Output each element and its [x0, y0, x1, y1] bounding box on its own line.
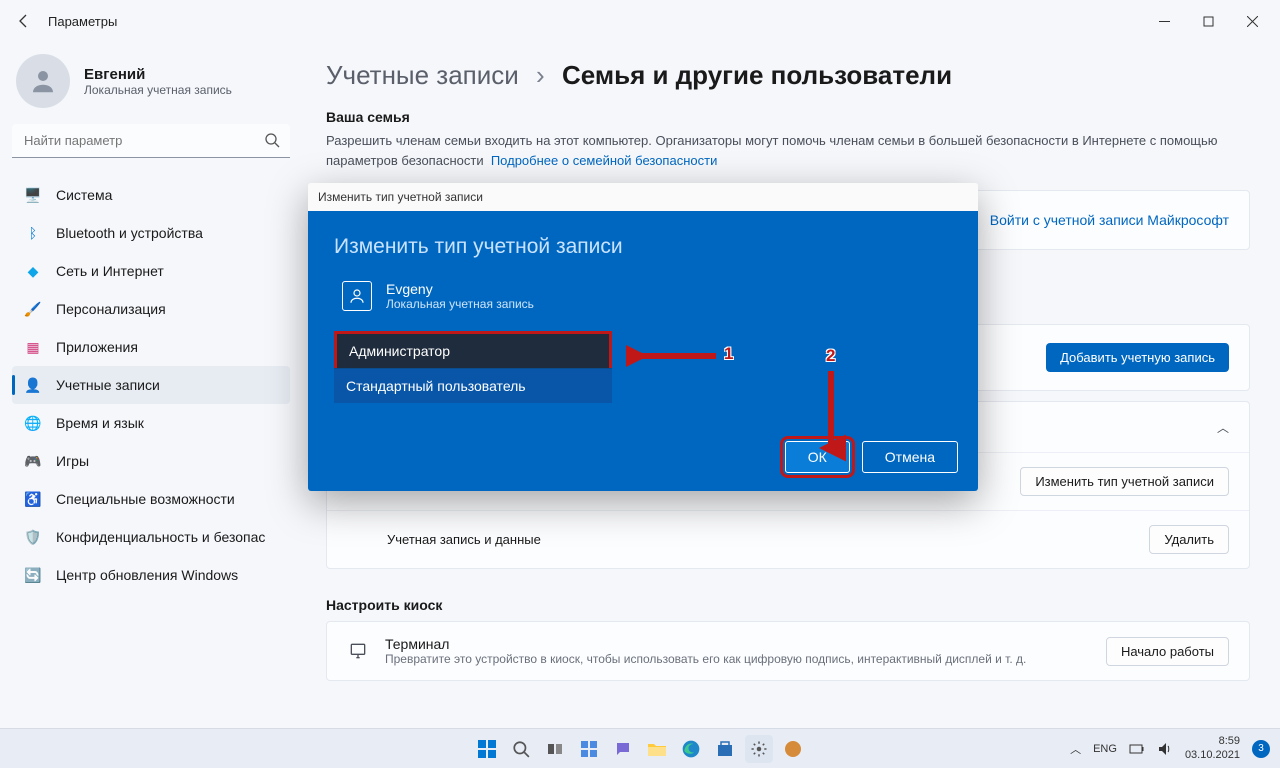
sidebar-item[interactable]: 🖌️ Персонализация: [12, 290, 290, 328]
edge-icon[interactable]: [677, 735, 705, 763]
app-icon[interactable]: [779, 735, 807, 763]
nav-label: Bluetooth и устройства: [56, 225, 203, 241]
chevron-up-icon[interactable]: ︿: [1217, 419, 1229, 436]
breadcrumb-separator: ›: [536, 60, 545, 90]
signin-link[interactable]: Войти с учетной записи Майкрософт: [990, 212, 1229, 228]
nav-label: Система: [56, 187, 112, 203]
family-safety-link[interactable]: Подробнее о семейной безопасности: [491, 153, 718, 168]
breadcrumb-parent[interactable]: Учетные записи: [326, 60, 519, 90]
breadcrumb-current: Семья и другие пользователи: [562, 60, 952, 90]
taskbar: ︿ ENG 8:59 03.10.2021 3: [0, 728, 1280, 768]
dialog-user-sub: Локальная учетная запись: [386, 297, 534, 311]
system-tray[interactable]: ︿ ENG 8:59 03.10.2021 3: [1060, 735, 1280, 763]
sidebar-item[interactable]: 🎮 Игры: [12, 442, 290, 480]
nav-list: 🖥️ Система ᛒ Bluetooth и устройства ◆ Сеть и …: [12, 176, 290, 594]
sidebar-item[interactable]: 🛡️ Конфиденциальность и безопас: [12, 518, 290, 556]
account-data-row: Учетная запись и данные Удалить: [327, 510, 1249, 568]
breadcrumb: Учетные записи › Семья и другие пользова…: [326, 60, 1250, 91]
nav-icon: 🛡️: [24, 528, 42, 546]
avatar: [16, 54, 70, 108]
nav-icon: 🔄: [24, 566, 42, 584]
nav-label: Учетные записи: [56, 377, 160, 393]
nav-icon: ᛒ: [24, 224, 42, 242]
dialog-ok-button[interactable]: ОК: [785, 441, 850, 473]
taskbar-center: [473, 735, 807, 763]
nav-label: Приложения: [56, 339, 138, 355]
family-heading: Ваша семья: [326, 109, 1250, 125]
dialog-heading: Изменить тип учетной записи: [334, 235, 952, 259]
search-taskbar-icon[interactable]: [507, 735, 535, 763]
change-account-type-dialog: Изменить тип учетной записи Изменить тип…: [308, 183, 978, 491]
family-desc: Разрешить членам семьи входить на этот к…: [326, 131, 1250, 170]
search-box[interactable]: [12, 124, 290, 158]
nav-label: Сеть и Интернет: [56, 263, 164, 279]
nav-icon: 🖌️: [24, 300, 42, 318]
window-title: Параметры: [48, 14, 117, 29]
nav-icon: 🎮: [24, 452, 42, 470]
widgets-icon[interactable]: [575, 735, 603, 763]
tray-chevron-icon[interactable]: ︿: [1070, 741, 1081, 757]
user-block[interactable]: Евгений Локальная учетная запись: [12, 54, 290, 108]
search-input[interactable]: [12, 124, 290, 158]
tray-network-icon[interactable]: [1129, 742, 1145, 756]
settings-taskbar-icon[interactable]: [745, 735, 773, 763]
explorer-icon[interactable]: [643, 735, 671, 763]
dropdown-option-standard[interactable]: Стандартный пользователь: [334, 368, 612, 403]
user-name: Евгений: [84, 66, 232, 83]
tray-lang[interactable]: ENG: [1093, 743, 1117, 755]
nav-icon: ♿: [24, 490, 42, 508]
account-type-dropdown[interactable]: Администратор Стандартный пользователь: [334, 331, 612, 371]
store-icon[interactable]: [711, 735, 739, 763]
nav-label: Конфиденциальность и безопас: [56, 529, 265, 545]
nav-icon: 🌐: [24, 414, 42, 432]
nav-icon: 🖥️: [24, 186, 42, 204]
kiosk-icon: [347, 640, 369, 662]
nav-icon: ◆: [24, 262, 42, 280]
kiosk-desc: Превратите это устройство в киоск, чтобы…: [385, 652, 1026, 666]
dialog-cancel-button[interactable]: Отмена: [862, 441, 958, 473]
sidebar-item[interactable]: ♿ Специальные возможности: [12, 480, 290, 518]
taskview-icon[interactable]: [541, 735, 569, 763]
sidebar-item[interactable]: ▦ Приложения: [12, 328, 290, 366]
nav-label: Игры: [56, 453, 89, 469]
add-account-button[interactable]: Добавить учетную запись: [1046, 343, 1229, 372]
chat-icon[interactable]: [609, 735, 637, 763]
nav-label: Центр обновления Windows: [56, 567, 238, 583]
sidebar-item[interactable]: 🔄 Центр обновления Windows: [12, 556, 290, 594]
dialog-user: Evgeny Локальная учетная запись: [342, 281, 952, 311]
sidebar-item[interactable]: ᛒ Bluetooth и устройства: [12, 214, 290, 252]
sidebar-item[interactable]: 🖥️ Система: [12, 176, 290, 214]
minimize-button[interactable]: [1142, 5, 1186, 37]
tray-datetime[interactable]: 8:59 03.10.2021: [1185, 735, 1240, 763]
dropdown-option-admin[interactable]: Администратор: [337, 334, 609, 368]
nav-label: Время и язык: [56, 415, 144, 431]
nav-icon: ▦: [24, 338, 42, 356]
nav-label: Специальные возможности: [56, 491, 235, 507]
close-button[interactable]: [1230, 5, 1274, 37]
kiosk-start-button[interactable]: Начало работы: [1106, 637, 1229, 666]
nav-icon: 👤: [24, 376, 42, 394]
sidebar-item[interactable]: 👤 Учетные записи: [12, 366, 290, 404]
search-icon: [264, 132, 280, 148]
sidebar-item[interactable]: 🌐 Время и язык: [12, 404, 290, 442]
nav-label: Персонализация: [56, 301, 166, 317]
kiosk-card: Терминал Превратите это устройство в кио…: [326, 621, 1250, 681]
titlebar: Параметры: [0, 0, 1280, 42]
start-button[interactable]: [473, 735, 501, 763]
kiosk-heading: Настроить киоск: [326, 597, 1250, 613]
delete-button[interactable]: Удалить: [1149, 525, 1229, 554]
user-subtitle: Локальная учетная запись: [84, 83, 232, 97]
maximize-button[interactable]: [1186, 5, 1230, 37]
back-button[interactable]: [6, 3, 42, 39]
tray-notification-count[interactable]: 3: [1252, 740, 1270, 758]
change-type-button[interactable]: Изменить тип учетной записи: [1020, 467, 1229, 496]
dialog-titlebar: Изменить тип учетной записи: [308, 183, 978, 211]
sidebar-item[interactable]: ◆ Сеть и Интернет: [12, 252, 290, 290]
dialog-avatar-icon: [342, 281, 372, 311]
kiosk-title: Терминал: [385, 636, 1026, 652]
sidebar: Евгений Локальная учетная запись 🖥️ Систе…: [0, 42, 300, 728]
dialog-user-name: Evgeny: [386, 281, 534, 297]
tray-volume-icon[interactable]: [1157, 742, 1173, 756]
